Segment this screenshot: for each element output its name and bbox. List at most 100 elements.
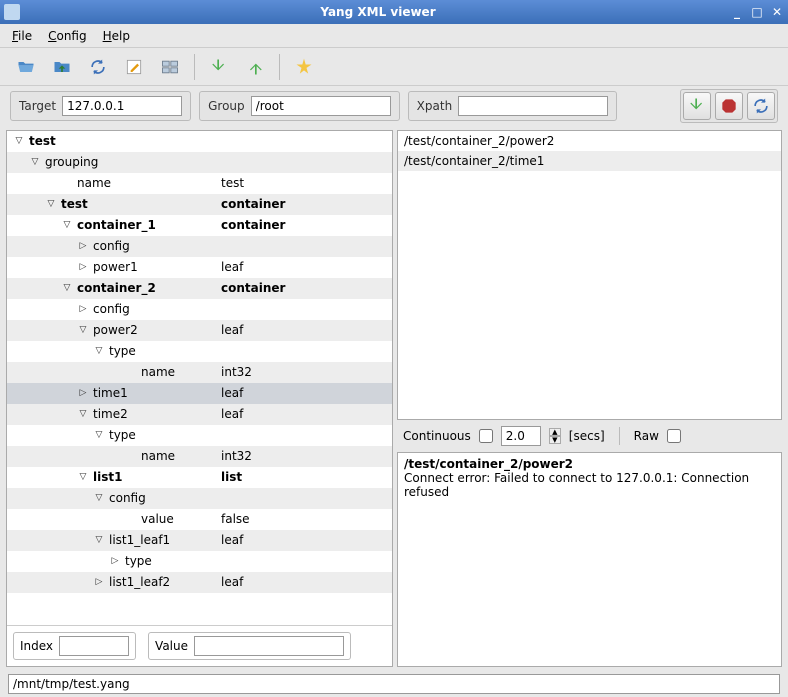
minimize-button[interactable]: _ [730,5,744,19]
xpath-list[interactable]: /test/container_2/power2/test/container_… [397,130,782,420]
toolbar-separator-2 [279,54,280,80]
tree-row[interactable]: nametest [7,173,392,194]
tree-row[interactable]: ▽testcontainer [7,194,392,215]
spin-down-icon[interactable]: ▼ [549,436,561,444]
menu-help[interactable]: Help [97,27,136,45]
table-view-button[interactable] [156,53,184,81]
index-input[interactable] [59,636,129,656]
collapse-icon[interactable]: ▽ [45,198,57,210]
expand-icon[interactable]: ▷ [77,261,89,273]
save-file-button[interactable] [48,53,76,81]
value-input[interactable] [194,636,344,656]
tree-node-name: type [109,428,136,442]
tree-row[interactable]: ▽grouping [7,152,392,173]
tree-row[interactable]: ▽config [7,488,392,509]
collapse-icon[interactable]: ▽ [93,534,105,546]
tree-row[interactable]: ▽power2leaf [7,320,392,341]
value-group: Value [148,632,351,660]
xpath-item[interactable]: /test/container_2/power2 [398,131,781,151]
continuous-checkbox[interactable] [479,429,493,443]
collapse-icon[interactable]: ▽ [93,345,105,357]
expand-icon[interactable]: ▷ [93,576,105,588]
yang-tree[interactable]: ▽test▽groupingnametest▽testcontainer▽con… [7,131,392,625]
collapse-icon[interactable]: ▽ [29,156,41,168]
tree-row[interactable]: nameint32 [7,362,392,383]
continuous-bar: Continuous ▲▼ [secs] Raw [397,424,782,448]
collapse-icon[interactable]: ▽ [61,219,73,231]
reload-button[interactable] [747,92,775,120]
tree-row[interactable]: ▽type [7,341,392,362]
xpath-label: Xpath [417,99,453,113]
open-file-button[interactable] [12,53,40,81]
tree-node-name: name [77,176,111,190]
window-titlebar: Yang XML viewer _ □ ✕ [0,0,788,24]
collapse-icon[interactable]: ▽ [77,408,89,420]
tree-row[interactable]: ▽container_2container [7,278,392,299]
expand-icon[interactable]: ▷ [77,303,89,315]
tree-row[interactable]: valuefalse [7,509,392,530]
xpath-input[interactable] [458,96,608,116]
tree-node-name: value [141,512,174,526]
status-path-input[interactable] [8,674,780,694]
collapse-icon[interactable]: ▽ [93,492,105,504]
maximize-button[interactable]: □ [750,5,764,19]
target-input[interactable] [62,96,182,116]
tree-node-name: type [125,554,152,568]
edit-button[interactable] [120,53,148,81]
raw-checkbox[interactable] [667,429,681,443]
tree-row[interactable]: ▷ config [7,236,392,257]
refresh-button[interactable] [84,53,112,81]
menu-file[interactable]: File [6,27,38,45]
index-label: Index [20,639,53,653]
refresh-icon [751,96,771,116]
tree-row[interactable]: ▷config [7,299,392,320]
arrow-up-icon [245,57,265,77]
tree-node-name: name [141,365,175,379]
tree-row[interactable]: ▷power1leaf [7,257,392,278]
tree-row[interactable]: ▽list1list [7,467,392,488]
separator [619,427,620,445]
tree-row[interactable]: ▷list1_leaf2leaf [7,572,392,593]
toolbar-separator [194,54,195,80]
star-button[interactable] [290,53,318,81]
tree-node-value: container [217,197,392,211]
collapse-icon[interactable]: ▽ [61,282,73,294]
right-panel: /test/container_2/power2/test/container_… [397,130,782,667]
statusbar [0,671,788,697]
no-expand-icon [125,366,137,378]
expand-icon[interactable]: ▷ [77,387,89,399]
tree-node-name: config [93,239,130,253]
expand-icon[interactable]: ▷ [77,240,89,252]
tree-node-name: container_1 [77,218,156,232]
target-label: Target [19,99,56,113]
collapse-icon[interactable]: ▽ [93,429,105,441]
tree-row[interactable]: ▽list1_leaf1leaf [7,530,392,551]
upload-button[interactable] [241,53,269,81]
xpath-item[interactable]: /test/container_2/time1 [398,151,781,171]
collapse-icon[interactable]: ▽ [13,135,25,147]
interval-spinner[interactable]: ▲▼ [549,428,561,444]
collapse-icon[interactable]: ▽ [77,471,89,483]
tree-row[interactable]: ▷time1leaf [7,383,392,404]
tree-row[interactable]: ▽ type [7,425,392,446]
group-input[interactable] [251,96,391,116]
expand-icon[interactable]: ▷ [109,555,121,567]
tree-row[interactable]: ▽time2leaf [7,404,392,425]
tree-node-value: container [217,218,392,232]
interval-input[interactable] [501,426,541,446]
stop-button[interactable] [715,92,743,120]
tree-row[interactable]: ▽ container_1 container [7,215,392,236]
collapse-icon[interactable]: ▽ [77,324,89,336]
tree-row[interactable]: nameint32 [7,446,392,467]
tree-node-name: list1 [93,470,122,484]
tree-node-value: leaf [217,260,392,274]
tree-row[interactable]: ▷ type [7,551,392,572]
fetch-button[interactable] [683,92,711,120]
tree-panel: ▽test▽groupingnametest▽testcontainer▽con… [6,130,393,667]
tree-row[interactable]: ▽test [7,131,392,152]
download-button[interactable] [205,53,233,81]
close-button[interactable]: ✕ [770,5,784,19]
tree-node-name: name [141,449,175,463]
menu-config[interactable]: Config [42,27,93,45]
spin-up-icon[interactable]: ▲ [549,428,561,436]
